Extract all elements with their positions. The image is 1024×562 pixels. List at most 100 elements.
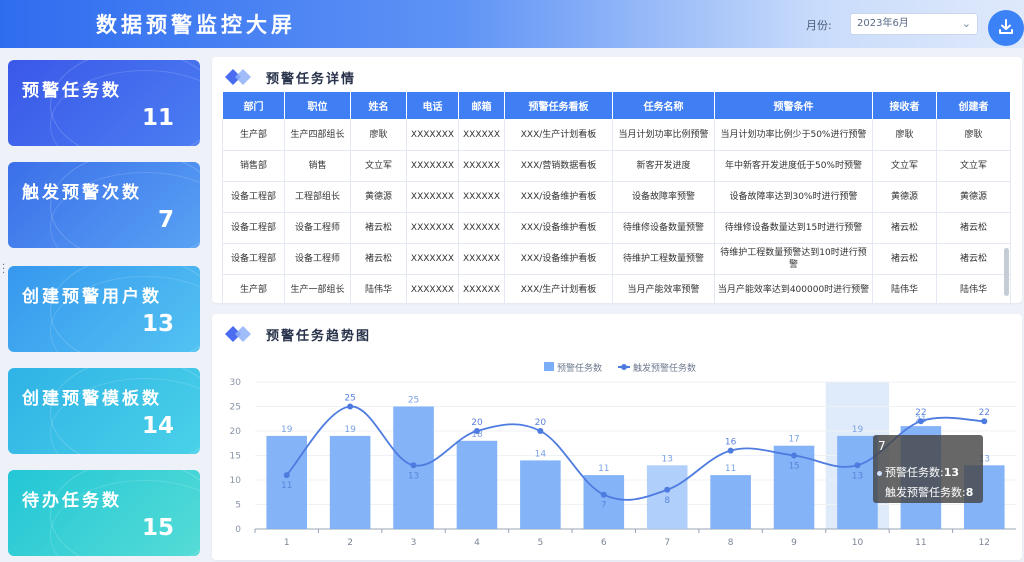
table-cell: 设备工程部 (222, 243, 285, 275)
y-tick-label: 30 (230, 378, 242, 388)
month-select[interactable]: 2023年6月 ⌄ (850, 13, 978, 35)
line-data-label: 20 (535, 418, 547, 428)
column-header[interactable]: 姓名 (350, 91, 407, 120)
line-point (537, 428, 544, 434)
table-scrollbar[interactable] (1004, 248, 1009, 296)
y-tick-label: 25 (230, 403, 241, 413)
line-data-label: 15 (788, 462, 799, 472)
table-cell: 当月产能效率预警 (612, 274, 715, 303)
table-row[interactable]: 设备工程部 设备工程师 褚云松 XXXXXXX XXXXXX XXX/设备维护看… (222, 243, 1011, 275)
x-tick-label: 3 (411, 538, 417, 548)
stat-label: 待办任务数 (22, 491, 122, 511)
x-tick-label: 4 (474, 538, 480, 548)
line-data-label: 13 (852, 471, 863, 481)
table-row[interactable]: 生产部 生产一部组长 陆伟华 XXXXXXX XXXXXX XXX/生产计划看板… (222, 274, 1011, 303)
table-cell: 当月产能效率达到400000时进行预警 (714, 274, 873, 303)
table-cell: 廖耿 (936, 119, 1011, 151)
x-tick-label: 1 (284, 538, 290, 548)
table-cell: XXX/生产计划看板 (504, 274, 613, 303)
table-cell: 褚云松 (936, 243, 1011, 275)
table-cell: 褚云松 (936, 212, 1011, 244)
table-cell: 待维护工程数量预警达到10时进行预警 (714, 243, 873, 275)
table-cell: XXXXXXX (406, 274, 459, 303)
tooltip-value: 8 (965, 486, 974, 499)
header-bar: 数据预警监控大屏 月份: 2023年6月 ⌄ (0, 0, 1024, 48)
drag-handle-icon[interactable]: · · · (2, 261, 5, 279)
bar-data-label: 11 (598, 464, 609, 474)
table-cell: XXXXXXX (406, 150, 459, 182)
line-data-label: 13 (408, 471, 419, 481)
table-cell: 销售部 (222, 150, 285, 182)
table-cell: 陆伟华 (350, 274, 407, 303)
bar (710, 475, 751, 529)
x-tick-label: 5 (538, 538, 544, 548)
x-tick-label: 2 (347, 538, 353, 548)
table-cell: XXX/设备维护看板 (504, 243, 613, 275)
stat-value: 7 (157, 207, 174, 233)
line-point (917, 418, 924, 425)
legend-item-line[interactable]: 触发预警任务数 (633, 361, 696, 374)
stat-card-triggered-count[interactable]: 触发预警次数 7 (8, 162, 200, 248)
line-data-label: 20 (471, 418, 483, 428)
legend-item-bar[interactable]: 预警任务数 (557, 361, 602, 374)
stat-card-todo-tasks[interactable]: 待办任务数 15 (8, 470, 200, 556)
x-tick-label: 7 (664, 538, 670, 548)
stat-label: 预警任务数 (22, 81, 122, 101)
bar (520, 460, 561, 529)
tooltip-row-line: 触发预警任务数:8 (885, 484, 973, 500)
tooltip-value: 13 (943, 466, 960, 479)
table-cell: XXXXXX (458, 119, 505, 151)
bar-data-label: 17 (788, 435, 799, 445)
table-header-row: 部门 职位 姓名 电话 邮箱 预警任务看板 任务名称 预警条件 接收者 创建者 (222, 91, 1011, 120)
table-cell: 设备工程部 (222, 212, 285, 244)
x-tick-label: 6 (601, 538, 607, 548)
month-label: 月份: (806, 19, 832, 32)
stat-label: 创建预警模板数 (22, 389, 162, 409)
y-tick-label: 0 (235, 525, 241, 535)
stat-value: 14 (141, 413, 174, 439)
tooltip-label: 触发预警任务数: (885, 486, 966, 499)
line-point (347, 403, 354, 410)
stat-value: 11 (141, 105, 174, 131)
stat-card-warning-templates[interactable]: 创建预警模板数 14 (8, 368, 200, 454)
column-header[interactable]: 预警任务看板 (504, 91, 613, 120)
x-tick-label: 12 (979, 538, 990, 548)
column-header[interactable]: 邮箱 (458, 91, 505, 120)
table-cell: XXXXXX (458, 243, 505, 275)
line-point (600, 491, 607, 498)
y-tick-label: 5 (235, 501, 241, 511)
table-cell: 黄德源 (936, 181, 1011, 213)
column-header[interactable]: 职位 (284, 91, 351, 120)
x-tick-label: 8 (728, 538, 734, 548)
bar (456, 440, 498, 529)
line-data-label: 16 (725, 438, 737, 448)
column-header[interactable]: 电话 (406, 91, 459, 120)
table-row[interactable]: 销售部 销售 文立军 XXXXXXX XXXXXX XXX/营销数据看板 新客开… (222, 150, 1011, 182)
column-header[interactable]: 预警条件 (714, 91, 873, 120)
line-point (473, 428, 480, 434)
table-row[interactable]: 设备工程部 工程部组长 黄德源 XXXXXXX XXXXXX XXX/设备维护看… (222, 181, 1011, 213)
table-cell: 待维修设备数量达到15时进行预警 (714, 212, 873, 244)
table-cell: 生产一部组长 (284, 274, 351, 303)
column-header[interactable]: 任务名称 (612, 91, 715, 120)
bar-data-label: 25 (408, 396, 419, 406)
stat-card-warning-tasks[interactable]: 预警任务数 11 (8, 60, 200, 146)
stat-card-warning-users[interactable]: 创建预警用户数 13 (8, 266, 200, 352)
table-cell: 生产部 (222, 119, 285, 151)
bar-data-label: 19 (852, 425, 864, 435)
column-header[interactable]: 部门 (222, 91, 285, 120)
y-tick-label: 20 (230, 427, 242, 437)
table-row[interactable]: 设备工程部 设备工程师 褚云松 XXXXXXX XXXXXX XXX/设备维护看… (222, 212, 1011, 244)
table-cell: 设备工程部 (222, 181, 285, 213)
table-row[interactable]: 生产部 生产四部组长 廖耿 XXXXXXX XXXXXX XXX/生产计划看板 … (222, 119, 1011, 151)
table-cell: 设备工程师 (284, 212, 351, 244)
column-header[interactable]: 创建者 (936, 91, 1011, 120)
line-data-label: 11 (281, 481, 292, 491)
line-data-label: 25 (344, 394, 355, 404)
task-detail-panel: 预警任务详情 部门 职位 姓名 电话 邮箱 预警任务看板 任务名称 预警条件 接… (212, 57, 1022, 303)
download-button[interactable] (988, 10, 1024, 46)
column-header[interactable]: 接收者 (872, 91, 937, 120)
tooltip-row-bar: 预警任务数:13 (877, 464, 959, 480)
table-cell: 生产部 (222, 274, 285, 303)
table-cell: 黄德源 (350, 181, 407, 213)
